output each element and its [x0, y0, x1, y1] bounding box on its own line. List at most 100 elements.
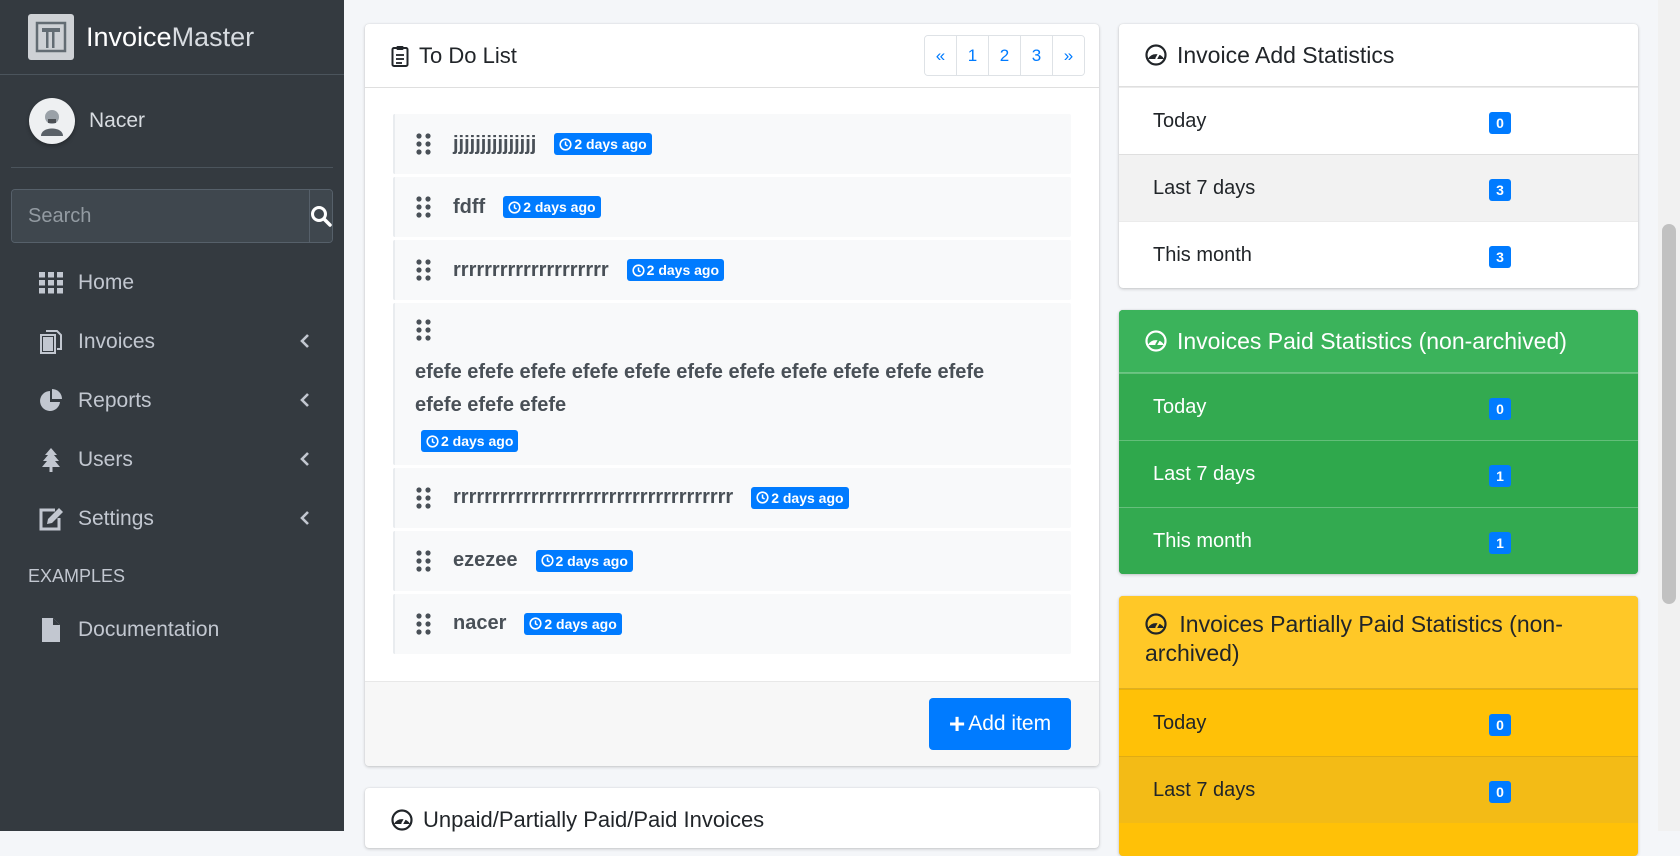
time-badge: 2 days ago	[626, 259, 725, 281]
drag-handle-icon[interactable]	[415, 319, 433, 341]
sidebar-search	[11, 189, 333, 243]
chevron-left-icon	[300, 334, 309, 348]
invoices-card-header: Unpaid/Partially Paid/Paid Invoices	[365, 788, 1099, 851]
brand-link[interactable]: InvoiceMaster	[0, 0, 344, 75]
time-badge: 2 days ago	[554, 133, 652, 155]
sidebar-item-invoices[interactable]: Invoices	[0, 312, 344, 371]
count-badge: 0	[1489, 781, 1511, 803]
count-badge: 0	[1489, 714, 1511, 736]
stat-row-today: Today 0	[1119, 689, 1638, 756]
invoices-partially-paid-stats-card: Invoices Partially Paid Statistics (non-…	[1119, 596, 1638, 856]
todo-item[interactable]: rrrrrrrrrrrrrrrrrrrr 2 days ago	[393, 240, 1071, 300]
stat-row-last-7-days: Last 7 days 1	[1119, 440, 1638, 507]
clock-icon	[559, 137, 572, 151]
brand-name: InvoiceMaster	[86, 21, 255, 52]
pager-page-2[interactable]: 2	[988, 36, 1020, 75]
tree-icon	[38, 447, 64, 473]
nav-header-examples: EXAMPLES	[28, 565, 126, 586]
todo-card: To Do List « 1 2 3 » jjjjjjjjjjjjjjj 2 d…	[365, 24, 1099, 766]
clock-icon	[540, 554, 554, 567]
stats-card-title: Invoices Partially Paid Statistics (non-…	[1145, 611, 1563, 666]
stats-card-header: Invoices Partially Paid Statistics (non-…	[1119, 596, 1638, 689]
todo-item[interactable]: jjjjjjjjjjjjjjj 2 days ago	[393, 114, 1071, 174]
clock-icon	[508, 200, 521, 214]
invoices-card-title: Unpaid/Partially Paid/Paid Invoices	[423, 806, 765, 832]
todo-text: rrrrrrrrrrrrrrrrrrrr	[453, 258, 609, 281]
time-badge: 2 days ago	[524, 612, 622, 635]
count-badge: 0	[1489, 398, 1511, 420]
todo-text: rrrrrrrrrrrrrrrrrrrrrrrrrrrrrrrrrrrr	[453, 486, 734, 508]
time-badge: 2 days ago	[535, 549, 633, 572]
sidebar-item-users[interactable]: Users	[0, 430, 344, 489]
sidebar-item-label: Settings	[78, 506, 154, 530]
stat-row-today: Today 0	[1119, 373, 1638, 440]
todo-list: jjjjjjjjjjjjjjj 2 days ago fdff 2 days a…	[365, 88, 1099, 654]
invoices-chart-card: Unpaid/Partially Paid/Paid Invoices	[365, 788, 1099, 848]
user-avatar	[29, 98, 75, 144]
invoices-paid-stats-card: Invoices Paid Statistics (non-archived) …	[1119, 310, 1638, 574]
chevron-left-icon	[300, 393, 309, 407]
pager-next[interactable]: »	[1052, 36, 1084, 75]
chevron-left-icon	[300, 511, 309, 525]
time-badge: 2 days ago	[503, 196, 601, 218]
todo-item[interactable]: nacer 2 days ago	[393, 593, 1071, 654]
search-button[interactable]	[309, 190, 332, 242]
drag-handle-icon[interactable]	[415, 196, 433, 218]
sidebar-item-reports[interactable]: Reports	[0, 371, 344, 430]
clock-icon	[529, 617, 542, 630]
stat-row-last-7-days: Last 7 days 0	[1119, 756, 1638, 823]
count-badge: 1	[1489, 465, 1511, 487]
count-badge: 3	[1489, 246, 1511, 268]
count-badge: 1	[1489, 532, 1511, 554]
sidebar-item-label: Home	[78, 270, 135, 294]
search-input[interactable]	[12, 190, 309, 242]
stat-row-this-month: This month 1	[1119, 507, 1638, 574]
pager-prev[interactable]: «	[925, 36, 956, 75]
sidebar-item-settings[interactable]: Settings	[0, 489, 344, 548]
stats-card-header: Invoices Paid Statistics (non-archived)	[1119, 310, 1638, 373]
todo-pagination: « 1 2 3 »	[924, 35, 1085, 76]
time-badge: 2 days ago	[421, 430, 519, 452]
todo-item[interactable]: rrrrrrrrrrrrrrrrrrrrrrrrrrrrrrrrrrrr 2 d…	[393, 467, 1071, 528]
drag-handle-icon[interactable]	[415, 259, 433, 281]
sidebar-item-label: Reports	[78, 388, 152, 412]
todo-item[interactable]: efefe efefe efefe efefe efefe efefe efef…	[393, 303, 1071, 465]
sidebar-item-documentation[interactable]: Documentation	[0, 600, 344, 659]
pager-page-1[interactable]: 1	[956, 36, 988, 75]
gauge-icon	[391, 808, 413, 831]
clock-icon	[756, 491, 769, 504]
stat-row-last-7-days: Last 7 days 3	[1119, 154, 1638, 221]
clipboard-icon	[391, 45, 409, 67]
drag-handle-icon[interactable]	[415, 486, 433, 509]
edit-icon	[38, 506, 64, 532]
pager-page-3[interactable]: 3	[1020, 36, 1052, 75]
todo-text: jjjjjjjjjjjjjjj	[453, 132, 537, 155]
stats-card-header: Invoice Add Statistics	[1119, 24, 1638, 87]
user-panel[interactable]: Nacer	[11, 75, 333, 168]
chevron-left-icon	[300, 452, 309, 466]
drag-handle-icon[interactable]	[415, 549, 433, 572]
stats-card-title: Invoices Paid Statistics (non-archived)	[1177, 327, 1567, 354]
page-scrollbar[interactable]	[1658, 0, 1680, 831]
pie-chart-icon	[38, 388, 64, 414]
todo-card-title: To Do List	[419, 42, 517, 68]
todo-item[interactable]: ezezee 2 days ago	[393, 530, 1071, 591]
stats-card-title-wrap: Invoices Partially Paid Statistics (non-…	[1145, 610, 1638, 668]
count-badge: 0	[1489, 112, 1511, 134]
todo-item[interactable]: fdff 2 days ago	[393, 177, 1071, 237]
sidebar-item-home[interactable]: Home	[0, 253, 344, 312]
drag-handle-icon[interactable]	[415, 612, 433, 635]
gauge-icon	[1145, 44, 1167, 66]
file-icon	[38, 617, 64, 643]
todo-text: fdff	[453, 195, 486, 218]
todo-text: ezezee	[453, 549, 518, 571]
user-name: Nacer	[89, 109, 146, 132]
stat-row-this-month: This month 3	[1119, 221, 1638, 288]
drag-handle-icon[interactable]	[415, 133, 433, 155]
add-item-button[interactable]: + Add item	[929, 698, 1071, 750]
scrollbar-thumb[interactable]	[1662, 224, 1676, 604]
search-icon	[311, 206, 332, 227]
grid-icon	[38, 270, 64, 296]
sidebar-item-label: Users	[78, 447, 133, 471]
count-badge: 3	[1489, 179, 1511, 201]
